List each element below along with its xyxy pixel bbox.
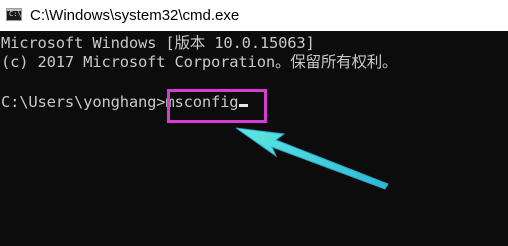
- console-area[interactable]: Microsoft Windows [版本 10.0.15063] (c) 20…: [0, 31, 508, 246]
- cmd-icon: C:\: [6, 8, 22, 21]
- title-bar[interactable]: C:\ C:\Windows\system32\cmd.exe: [0, 0, 508, 32]
- cmd-window: C:\ C:\Windows\system32\cmd.exe Microsof…: [0, 0, 508, 246]
- console-line-copyright: (c) 2017 Microsoft Corporation。保留所有权利。: [1, 53, 398, 71]
- command-highlight-box: [167, 89, 267, 123]
- prompt-path: C:\Users\yonghang>: [1, 93, 166, 111]
- window-title: C:\Windows\system32\cmd.exe: [30, 7, 240, 24]
- console-line-version: Microsoft Windows [版本 10.0.15063]: [1, 34, 315, 52]
